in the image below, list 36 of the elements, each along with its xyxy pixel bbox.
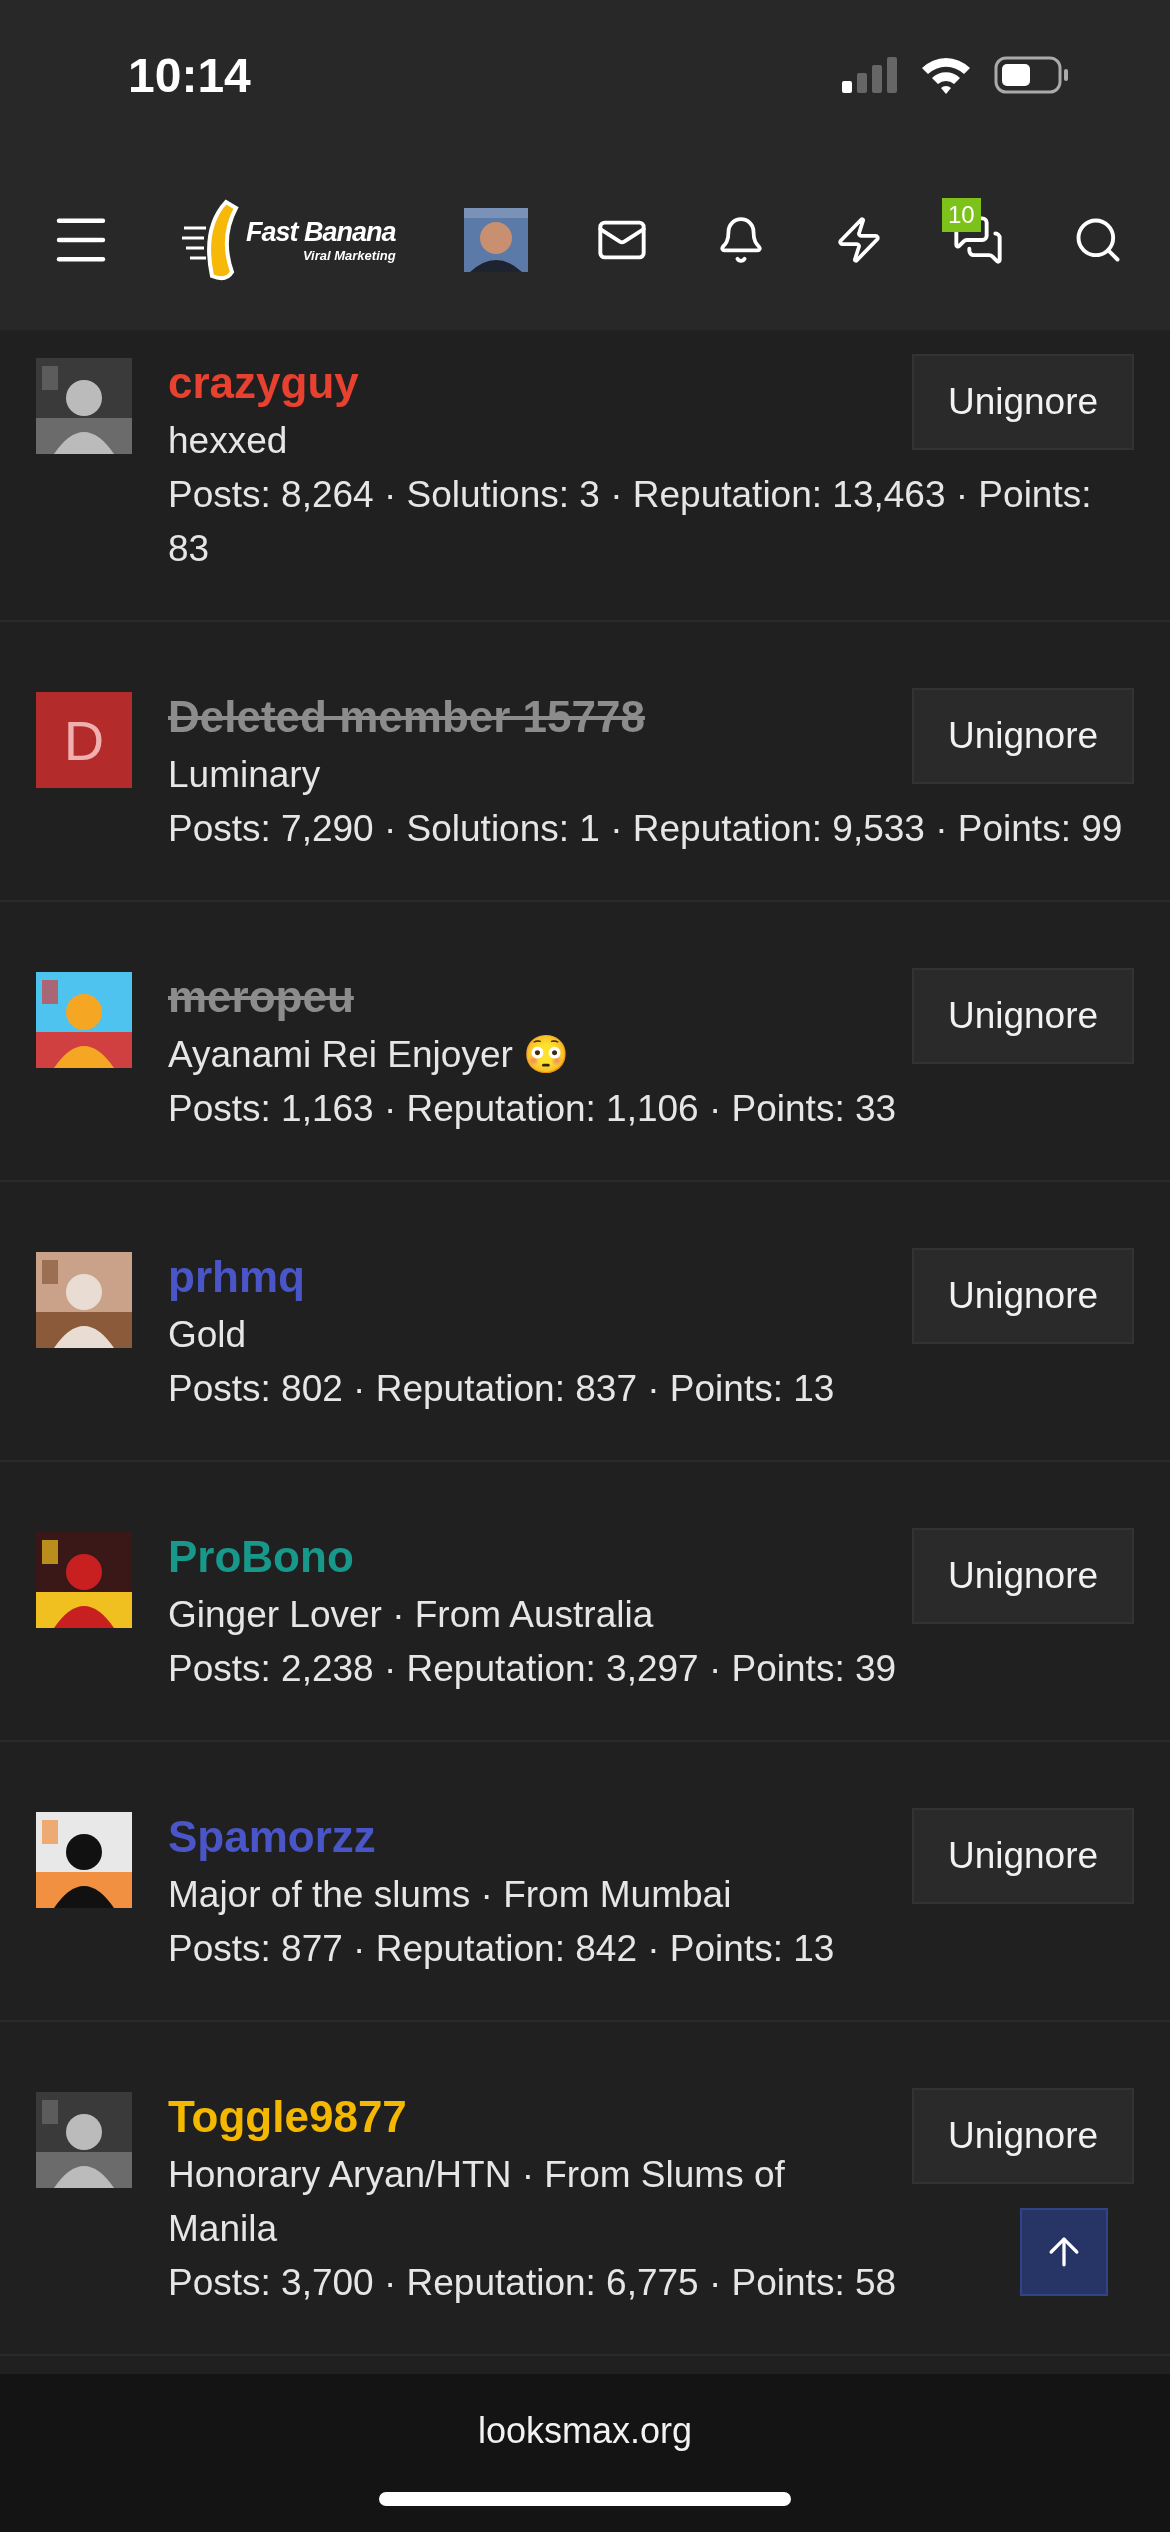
scroll-top-button[interactable] [1020, 2208, 1108, 2296]
member-title: hexxed [168, 419, 288, 463]
member-stats: Posts: 877 · Reputation: 842 · Points: 13 [168, 1927, 835, 1971]
member-stats: Posts: 8,264 · Solutions: 3 · Reputation: 13,463 · Points: 83 [168, 473, 1093, 571]
member-title: Luminary [168, 753, 321, 797]
logo-subtitle: Viral Marketing [302, 248, 396, 263]
status-time: 10:14 [128, 47, 251, 103]
member-stats: Posts: 3,700 · Reputation: 6,775 · Points: 58 [168, 2261, 897, 2305]
member-name[interactable]: Toggle9877 [168, 2072, 407, 2148]
battery-icon [994, 56, 1070, 94]
member-title: Ginger Lover · From Australia [168, 1593, 654, 1637]
member-title: Honorary Aryan/HTN · From Slums of Manila [168, 2153, 786, 2251]
signal-icon [842, 57, 898, 93]
unignore-button[interactable]: Unignore [912, 1528, 1134, 1624]
member-name[interactable]: crazyguy [168, 338, 359, 414]
domain-label: looksmax.org [477, 2410, 693, 2452]
notification-badge: 10 [941, 198, 981, 232]
member-name[interactable]: Deleted member 15778 [168, 672, 645, 748]
unignore-button[interactable]: Unignore [912, 1248, 1134, 1344]
member-title: Ayanami Rei Enjoyer 😳 [168, 1033, 570, 1077]
letter-avatar[interactable]: D [36, 692, 132, 788]
logo-title: Fast Banana [246, 217, 396, 248]
unignore-button[interactable]: Unignore [912, 688, 1134, 784]
unignore-button[interactable]: Unignore [912, 1808, 1134, 1904]
unignore-button[interactable]: Unignore [912, 354, 1134, 450]
unignore-button[interactable]: Unignore [912, 968, 1134, 1064]
member-stats: Posts: 2,238 · Reputation: 3,297 · Points: 39 [168, 1647, 897, 1691]
member-title: Gold [168, 1313, 247, 1357]
wifi-icon [920, 56, 972, 94]
member-name[interactable]: meropeu [168, 952, 354, 1028]
member-name[interactable]: ProBono [168, 1512, 354, 1588]
unignore-button[interactable]: Unignore [912, 2088, 1134, 2184]
member-stats: Posts: 1,163 · Reputation: 1,106 · Points: 33 [168, 1087, 897, 1131]
member-title: Major of the slums · From Mumbai [168, 1873, 732, 1917]
member-stats: Posts: 7,290 · Solutions: 1 · Reputation: 9,533 · Points: 99 [168, 807, 1123, 851]
member-stats: Posts: 802 · Reputation: 837 · Points: 13 [168, 1367, 835, 1411]
